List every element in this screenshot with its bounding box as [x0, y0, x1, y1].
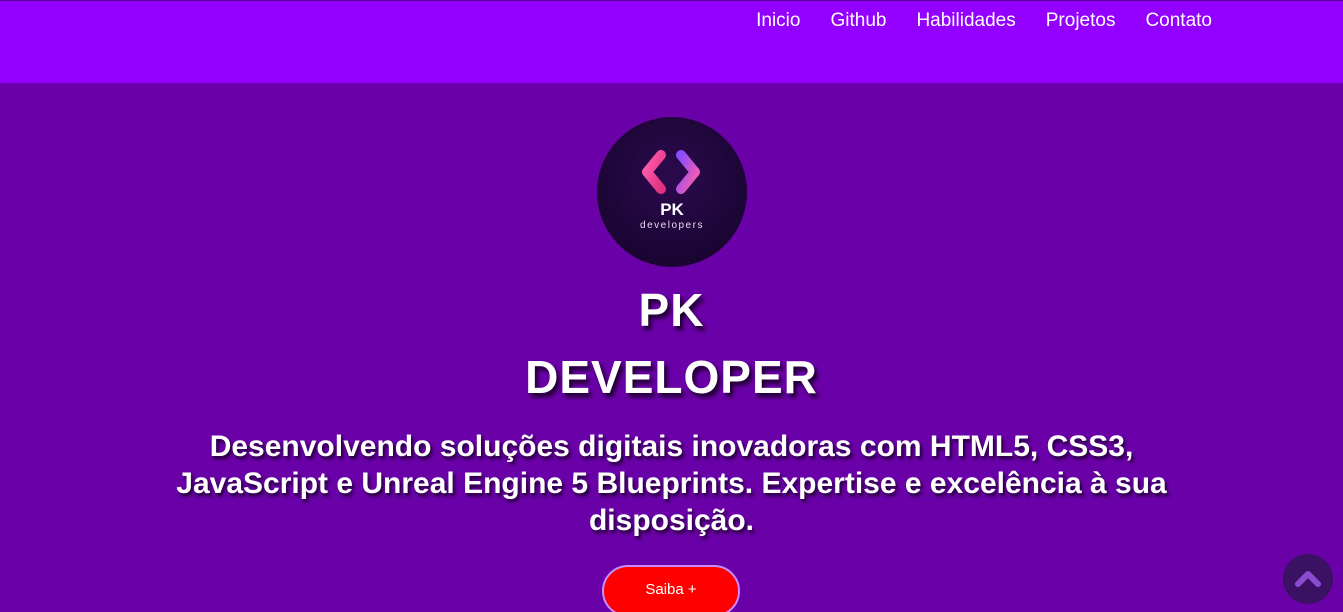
nav-link-projetos[interactable]: Projetos	[1031, 10, 1131, 32]
hero-description: Desenvolvendo soluções digitais inovador…	[176, 430, 1167, 537]
chevron-up-icon	[1295, 571, 1321, 587]
hero-title-line1: PK	[638, 284, 705, 336]
logo-subtitle-text: developers	[640, 220, 704, 231]
nav-link-inicio[interactable]: Inicio	[741, 10, 815, 32]
main-nav: Inicio Github Habilidades Projetos Conta…	[741, 10, 1227, 32]
brand-logo: PK developers	[597, 117, 747, 267]
code-brackets-icon: PK developers	[640, 150, 704, 231]
scroll-to-top-button[interactable]	[1283, 554, 1333, 604]
logo-brand-text: PK	[660, 200, 684, 219]
nav-link-github[interactable]: Github	[815, 10, 901, 32]
saiba-mais-button[interactable]: Saiba +	[602, 565, 740, 612]
hero-title-line2: DEVELOPER	[525, 351, 818, 403]
nav-link-habilidades[interactable]: Habilidades	[901, 10, 1030, 32]
nav-link-contato[interactable]: Contato	[1130, 10, 1227, 32]
top-navbar: Inicio Github Habilidades Projetos Conta…	[0, 0, 1343, 83]
